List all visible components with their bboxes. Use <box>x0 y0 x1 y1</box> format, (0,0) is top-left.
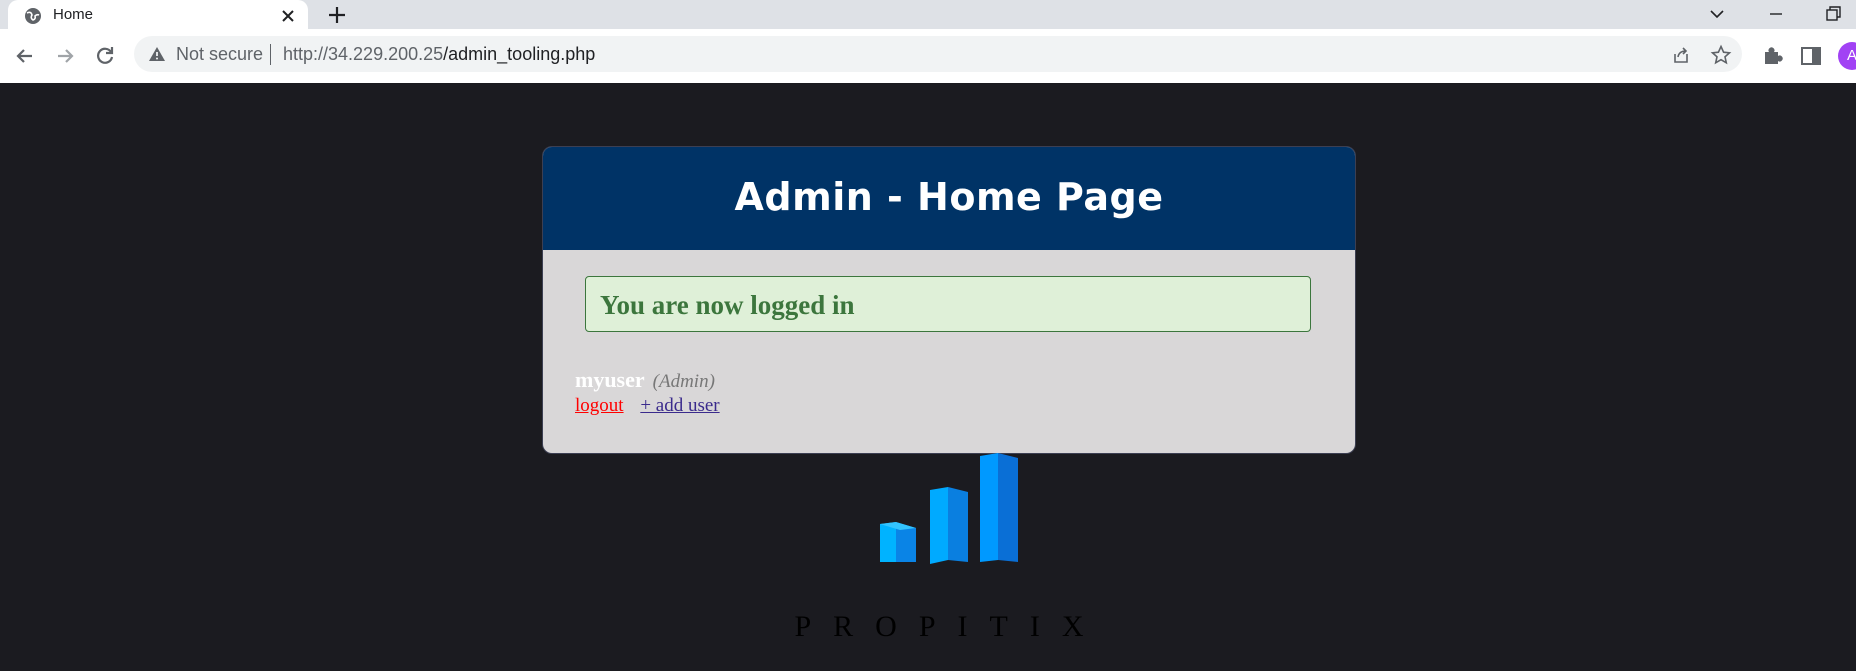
propitix-logo-icon <box>880 453 1018 564</box>
extensions-puzzle-icon[interactable] <box>1760 43 1786 69</box>
tab-title: Home <box>53 6 94 23</box>
url-host: http://34.229.200.25 <box>283 44 444 64</box>
minimize-icon[interactable] <box>1765 3 1787 25</box>
close-tab-icon[interactable] <box>278 6 298 26</box>
side-panel-icon[interactable] <box>1798 43 1824 69</box>
username: myuser <box>575 367 645 392</box>
brand-name: PROPITIX <box>794 610 1106 643</box>
new-tab-icon[interactable] <box>326 4 348 26</box>
browser-toolbar: Not secure http://34.229.200.25/admin_to… <box>0 29 1856 83</box>
admin-card: Admin - Home Page You are now logged in … <box>542 146 1356 454</box>
card-header: Admin - Home Page <box>543 147 1355 250</box>
bookmark-star-icon[interactable] <box>1710 44 1732 66</box>
profile-avatar[interactable]: A <box>1838 42 1856 70</box>
globe-icon <box>25 8 41 24</box>
url-path: /admin_tooling.php <box>443 44 596 64</box>
warning-icon[interactable] <box>148 45 166 63</box>
url-text[interactable]: http://34.229.200.25/admin_tooling.php <box>283 44 595 65</box>
user-role: (Admin) <box>652 371 715 392</box>
tab-strip: Home <box>0 0 1856 34</box>
restore-icon[interactable] <box>1822 3 1844 25</box>
page-title: Admin - Home Page <box>734 175 1164 219</box>
login-success-message: You are now logged in <box>585 276 1311 332</box>
back-icon[interactable] <box>12 43 38 69</box>
logout-link[interactable]: logout <box>575 395 624 416</box>
security-label[interactable]: Not secure <box>176 44 263 65</box>
tab-search-icon[interactable] <box>1706 3 1728 25</box>
user-info: myuser (Admin) <box>575 367 715 393</box>
reload-icon[interactable] <box>92 43 118 69</box>
share-icon[interactable] <box>1670 44 1692 66</box>
address-bar[interactable]: Not secure http://34.229.200.25/admin_to… <box>134 36 1742 72</box>
omnibox-divider <box>270 44 271 65</box>
add-user-link[interactable]: + add user <box>640 395 719 416</box>
user-actions: logout + add user <box>575 395 720 417</box>
forward-icon[interactable] <box>52 43 78 69</box>
